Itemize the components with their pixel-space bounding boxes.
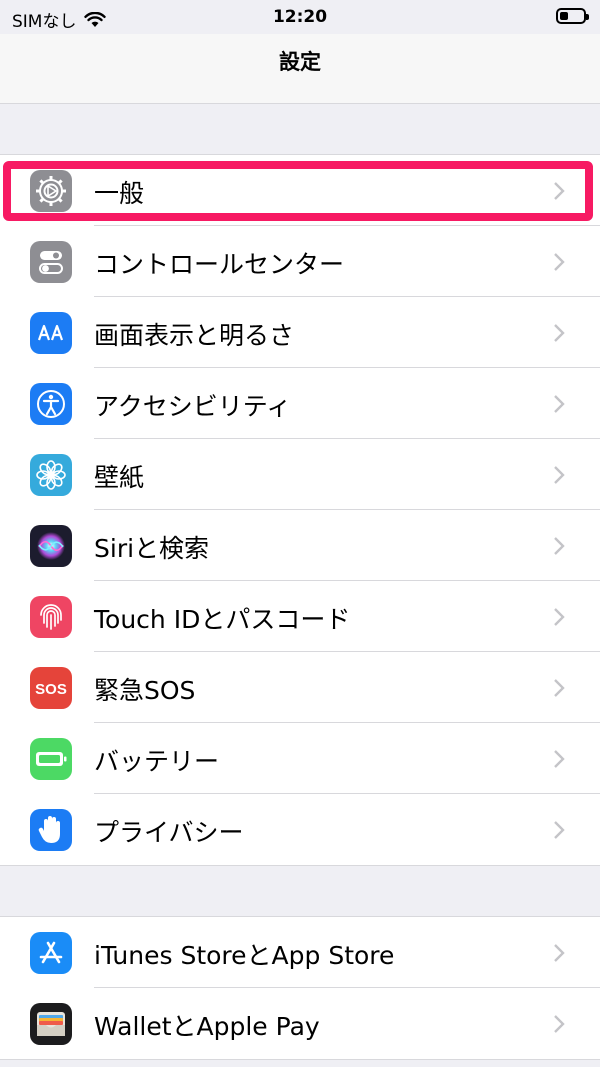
chevron-right-icon	[554, 182, 565, 200]
settings-row-label: iTunes StoreとApp Store	[94, 941, 395, 970]
battery-status-icon	[556, 8, 589, 24]
settings-row-privacy[interactable]: プライバシー	[0, 794, 600, 865]
settings-row-label: Siriと検索	[94, 534, 210, 563]
app-store-icon	[30, 932, 72, 974]
sos-icon: SOS	[30, 667, 72, 709]
chevron-right-icon	[554, 944, 565, 962]
accessibility-icon	[30, 383, 72, 425]
display-brightness-icon	[30, 312, 72, 354]
chevron-right-icon	[554, 1015, 565, 1033]
settings-row-battery[interactable]: バッテリー	[0, 723, 600, 794]
settings-row-label: 緊急SOS	[94, 676, 196, 705]
settings-row-label: プライバシー	[94, 818, 244, 847]
settings-row-emergency-sos[interactable]: SOS 緊急SOS	[0, 652, 600, 723]
settings-row-label: 壁紙	[94, 463, 145, 492]
settings-row-wallpaper[interactable]: 壁紙	[0, 439, 600, 510]
chevron-right-icon	[554, 679, 565, 697]
settings-row-siri-search[interactable]: Siriと検索	[0, 510, 600, 581]
settings-row-wallet-apple-pay[interactable]: WalletとApple Pay	[0, 988, 600, 1059]
status-bar: SIMなし 12:20	[0, 0, 600, 34]
chevron-right-icon	[554, 608, 565, 626]
chevron-right-icon	[554, 253, 565, 271]
chevron-right-icon	[554, 537, 565, 555]
settings-row-label: アクセシビリティ	[94, 392, 292, 421]
settings-row-display-brightness[interactable]: 画面表示と明るさ	[0, 297, 600, 368]
hand-icon	[30, 809, 72, 851]
settings-group-primary: 一般 コントロールセンター 画面表示と明るさ アクセシビリティ 壁紙 Siriと…	[0, 154, 600, 866]
wallet-icon	[30, 1003, 72, 1045]
settings-row-touch-id-passcode[interactable]: Touch IDとパスコード	[0, 581, 600, 652]
settings-row-general[interactable]: 一般	[0, 155, 600, 226]
settings-row-label: バッテリー	[94, 747, 220, 776]
battery-icon	[30, 738, 72, 780]
chevron-right-icon	[554, 466, 565, 484]
settings-row-accessibility[interactable]: アクセシビリティ	[0, 368, 600, 439]
gear-icon	[30, 170, 72, 212]
navigation-bar: 設定	[0, 34, 600, 104]
siri-icon	[30, 525, 72, 567]
battery-level-fill	[560, 12, 568, 20]
settings-row-label: 一般	[94, 179, 145, 208]
settings-row-itunes-app-store[interactable]: iTunes StoreとApp Store	[0, 917, 600, 988]
chevron-right-icon	[554, 324, 565, 342]
settings-row-label: Touch IDとパスコード	[94, 605, 351, 634]
control-center-icon	[30, 241, 72, 283]
chevron-right-icon	[554, 395, 565, 413]
settings-row-label: 画面表示と明るさ	[94, 321, 295, 350]
wallpaper-flower-icon	[30, 454, 72, 496]
svg-text:SOS: SOS	[35, 681, 67, 698]
settings-group-store: iTunes StoreとApp Store WalletとApple Pay	[0, 916, 600, 1060]
chevron-right-icon	[554, 821, 565, 839]
status-time: 12:20	[272, 7, 328, 27]
settings-row-label: コントロールセンター	[94, 250, 345, 279]
settings-row-label: WalletとApple Pay	[94, 1012, 320, 1041]
settings-row-control-center[interactable]: コントロールセンター	[0, 226, 600, 297]
chevron-right-icon	[554, 750, 565, 768]
page-title: 設定	[279, 50, 321, 74]
fingerprint-icon	[30, 596, 72, 638]
